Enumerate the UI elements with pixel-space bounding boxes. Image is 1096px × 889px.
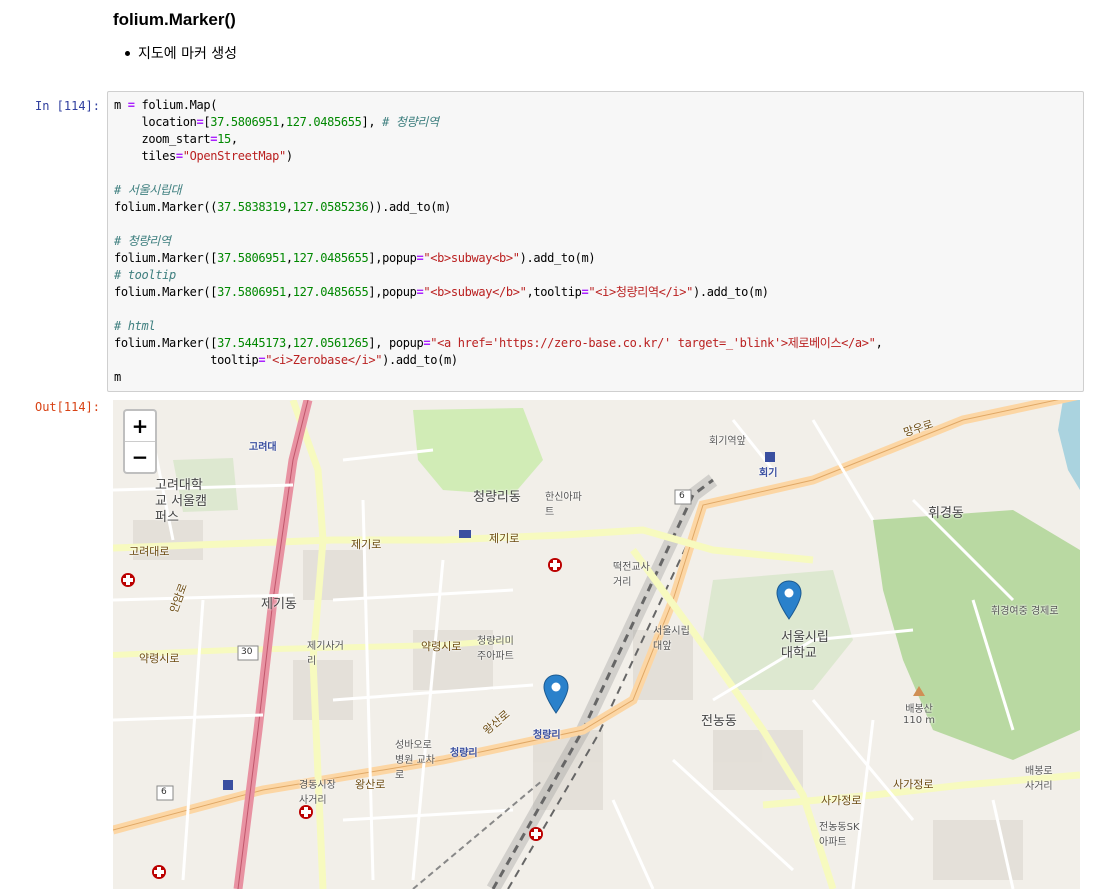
marker-pin-icon [776, 580, 802, 620]
map-label: 경동시장 사거리 [299, 780, 336, 806]
map-label: 제기로 [489, 532, 520, 545]
input-prompt: In [114]: [34, 99, 100, 113]
code-editor[interactable]: m = folium.Map( location=[37.5806951,127… [114, 97, 883, 386]
map-label: 제기사거 리 [307, 641, 344, 667]
route-shield-label: 6 [161, 787, 167, 797]
map-label: 약령시로 [421, 640, 462, 653]
map-label: 회기역앞 [709, 436, 746, 447]
map-label: 고려대 [249, 442, 277, 453]
map-marker-seoul-univ[interactable] [776, 580, 802, 620]
map-label: 떡전교사 거리 [613, 562, 650, 588]
hospital-icon [299, 805, 313, 819]
map-label: 성바오로 병원 교차 로 [395, 740, 435, 781]
map-label: 회기 [759, 468, 778, 479]
hospital-icon [152, 865, 166, 879]
subway-icon [223, 780, 233, 790]
zoom-out-button[interactable]: − [125, 441, 155, 472]
map-label: 전농동 [701, 714, 737, 729]
route-shield-label: 30 [241, 647, 253, 657]
map-label: 고려대학 교 서울캠 퍼스 [155, 478, 207, 525]
map-label: 서울시립 대앞 [653, 626, 690, 652]
map-label: 청량리미 주아파트 [477, 636, 514, 662]
map-label: 한신아파 트 [545, 492, 582, 518]
map-marker-cheongnyangri[interactable] [543, 674, 569, 714]
map-label: 배봉로 사거리 [1025, 766, 1053, 792]
zoom-in-button[interactable]: + [125, 411, 155, 441]
hospital-icon [121, 573, 135, 587]
markdown-title: folium.Marker() [113, 10, 236, 29]
code-cell[interactable]: m = folium.Map( location=[37.5806951,127… [107, 91, 1084, 392]
subway-icon [459, 530, 471, 538]
hospital-icon [548, 558, 562, 572]
map-label: 휘경동 [928, 506, 964, 521]
map-label: 왕산로 [355, 778, 386, 791]
bullet-icon [125, 50, 130, 56]
hospital-icon [529, 827, 543, 841]
zoom-control: + − [123, 409, 157, 474]
map-label: 전농동SK 아파트 [819, 822, 860, 848]
subway-icon [765, 452, 775, 462]
folium-map[interactable]: 고려대 고려대학 교 서울캠 퍼스 고려대로 안암로 청량리동 한신아파 트 회… [113, 400, 1080, 889]
marker-pin-icon [543, 674, 569, 714]
map-tiles[interactable] [113, 400, 1080, 889]
markdown-bullet-list: 지도에 마커 생성 [113, 43, 237, 63]
map-label: 청량리 [533, 730, 561, 741]
output-prompt: Out[114]: [34, 400, 100, 414]
bullet-text: 지도에 마커 생성 [138, 46, 238, 62]
map-label: 약령시로 [139, 652, 180, 665]
map-label: 제기동 [261, 597, 297, 612]
map-label: 고려대로 [129, 545, 170, 558]
map-label: 사가정로 [821, 794, 862, 807]
map-label: 배봉산 110 m [903, 704, 936, 726]
map-label: 청량리동 [473, 490, 521, 505]
map-label: 사가정로 [893, 778, 934, 791]
map-label: 서울시립 대학교 [781, 630, 829, 661]
route-shield-label: 6 [679, 491, 685, 501]
map-label: 휘경여중 경제로 [991, 606, 1059, 617]
map-label: 제기로 [351, 538, 382, 551]
map-label: 청량리 [450, 748, 478, 759]
